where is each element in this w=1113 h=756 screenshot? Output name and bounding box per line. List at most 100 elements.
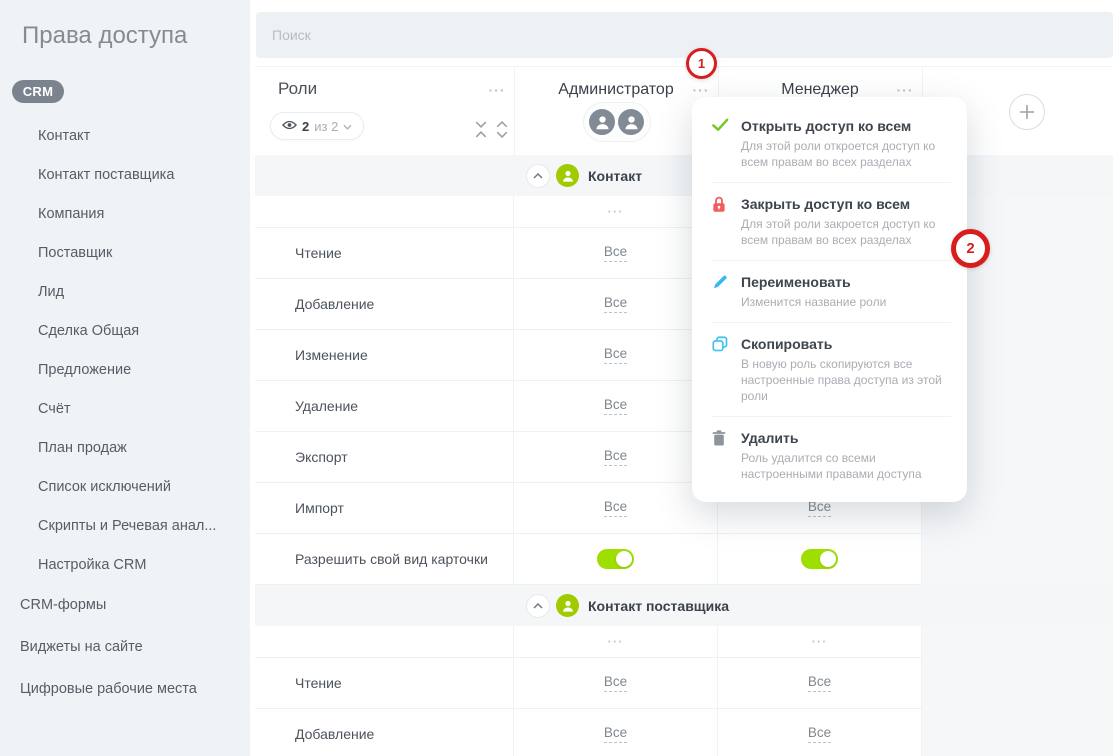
annotation-circle-2: 2 [951, 229, 990, 268]
permission-label: Добавление [255, 709, 514, 756]
menu-item-open-access[interactable]: Открыть доступ ко всем Для этой роли отк… [692, 108, 967, 179]
permission-value-link[interactable]: Все [604, 397, 627, 415]
menu-item-description: Изменится название роли [741, 294, 951, 310]
table-row: Чтение Все Все [255, 658, 922, 709]
sidebar-item-spisok-isklyucheniy[interactable]: Список исключений [0, 467, 250, 506]
sidebar-item-plan-prodazh[interactable]: План продаж [0, 428, 250, 467]
trash-icon [712, 430, 730, 482]
permission-value-link[interactable]: Все [604, 295, 627, 313]
sidebar-item-kontakt-postavshchika[interactable]: Контакт поставщика [0, 155, 250, 194]
section-header-kontakt-postavshchika: Контакт поставщика [255, 585, 1113, 626]
administrator-members[interactable] [583, 102, 651, 142]
chevron-down-icon [343, 117, 352, 135]
menu-item-description: Для этой роли закроется доступ ко всем п… [741, 216, 951, 248]
card-view-toggle-on[interactable] [597, 549, 634, 569]
menu-item-close-access[interactable]: Закрыть доступ ко всем Для этой роли зак… [692, 186, 967, 257]
permission-value-link[interactable]: Все [604, 725, 627, 743]
user-avatar [616, 107, 646, 137]
manager-more-icon[interactable]: ··· [892, 83, 918, 97]
sidebar-item-postavshchik[interactable]: Поставщик [0, 233, 250, 272]
table-header-band [255, 66, 1113, 155]
sidebar-item-schet[interactable]: Счёт [0, 389, 250, 428]
section-title: Контакт [588, 168, 642, 184]
permission-value-link[interactable]: Все [808, 725, 831, 743]
page-title: Права доступа [22, 22, 187, 50]
sidebar-item-lid[interactable]: Лид [0, 272, 250, 311]
column-divider [514, 66, 515, 155]
permission-value-link[interactable]: Все [604, 499, 627, 517]
role-context-menu: Открыть доступ ко всем Для этой роли отк… [692, 97, 967, 502]
roles-more-icon[interactable]: ··· [484, 83, 510, 97]
contact-entity-icon [556, 594, 579, 617]
menu-item-delete[interactable]: Удалить Роль удалится со всеми настроенн… [692, 420, 967, 491]
sidebar-nav: Контакт Контакт поставщика Компания Пост… [0, 116, 250, 710]
roles-filter-chip[interactable]: 2 из 2 [270, 112, 364, 140]
menu-item-copy[interactable]: Скопировать В новую роль скопируются все… [692, 326, 967, 413]
contact-entity-icon [556, 164, 579, 187]
permission-label: Импорт [255, 483, 514, 533]
table-row: Добавление Все Все [255, 709, 922, 756]
annotation-circle-1: 1 [686, 48, 717, 79]
permission-label: Изменение [255, 330, 514, 380]
sidebar-item-kontakt[interactable]: Контакт [0, 116, 250, 155]
permission-label: Добавление [255, 279, 514, 329]
permission-label: Чтение [255, 228, 514, 278]
permission-value-link[interactable]: Все [604, 346, 627, 364]
menu-divider [712, 322, 951, 323]
menu-item-title: Закрыть доступ ко всем [741, 195, 951, 213]
menu-item-title: Удалить [741, 429, 951, 447]
sidebar-item-tsifrovye-mesta[interactable]: Цифровые рабочие места [0, 668, 250, 710]
permission-value-link[interactable]: Все [604, 674, 627, 692]
collapse-section-icon[interactable] [526, 164, 550, 188]
column-actions-row: ··· ··· [255, 626, 922, 658]
menu-divider [712, 260, 951, 261]
section-title: Контакт поставщика [588, 598, 729, 614]
sidebar-item-kompaniya[interactable]: Компания [0, 194, 250, 233]
permission-value-link[interactable]: Все [604, 244, 627, 262]
menu-item-description: Роль удалится со всеми настроенными прав… [741, 450, 951, 482]
collapse-all-icon[interactable] [474, 121, 490, 138]
menu-item-title: Скопировать [741, 335, 951, 353]
menu-divider [712, 416, 951, 417]
copy-icon [712, 336, 730, 404]
check-icon [712, 118, 730, 170]
pencil-icon [712, 274, 730, 310]
permission-label: Разрешить свой вид карточки [255, 534, 514, 584]
menu-item-rename[interactable]: Переименовать Изменится название роли [692, 264, 967, 319]
table-row: Разрешить свой вид карточки [255, 534, 922, 585]
sidebar-item-vidzhety[interactable]: Виджеты на сайте [0, 626, 250, 668]
permission-value-link[interactable]: Все [808, 674, 831, 692]
roles-visible-count: 2 [302, 119, 309, 134]
permission-label: Удаление [255, 381, 514, 431]
roles-total-count: из 2 [314, 119, 338, 134]
admin-column-more-icon[interactable]: ··· [514, 196, 718, 227]
sidebar-item-sdelka[interactable]: Сделка Общая [0, 311, 250, 350]
add-role-button[interactable] [1009, 94, 1045, 130]
access-rights-page: Права доступа CRM Контакт Контакт постав… [0, 0, 1113, 756]
eye-icon [282, 117, 297, 135]
administrator-more-icon[interactable]: ··· [688, 83, 714, 97]
manager-column-more-icon[interactable]: ··· [718, 626, 922, 657]
admin-column-more-icon[interactable]: ··· [514, 626, 718, 657]
sidebar: Права доступа CRM Контакт Контакт постав… [0, 0, 250, 756]
menu-item-title: Переименовать [741, 273, 951, 291]
sidebar-item-predlozhenie[interactable]: Предложение [0, 350, 250, 389]
crm-section-badge[interactable]: CRM [12, 80, 64, 103]
sidebar-item-skripty[interactable]: Скрипты и Речевая анал... [0, 506, 250, 545]
search-input[interactable] [256, 12, 1113, 58]
menu-item-title: Открыть доступ ко всем [741, 117, 951, 135]
sidebar-item-nastroyka-crm[interactable]: Настройка CRM [0, 545, 250, 584]
collapse-section-icon[interactable] [526, 594, 550, 618]
menu-item-description: Для этой роли откроется доступ ко всем п… [741, 138, 951, 170]
roles-column-title: Роли [278, 79, 317, 99]
sidebar-item-crm-formy[interactable]: CRM-формы [0, 584, 250, 626]
section-rows-kontakt-postavshchika: ··· ··· Чтение Все Все Добавление Все Вс… [255, 626, 922, 756]
menu-item-description: В новую роль скопируются все настроенные… [741, 356, 951, 404]
menu-divider [712, 182, 951, 183]
card-view-toggle-on[interactable] [801, 549, 838, 569]
user-avatar [587, 107, 617, 137]
search-bar [256, 12, 1113, 58]
expand-all-icon[interactable] [495, 121, 511, 138]
permission-value-link[interactable]: Все [604, 448, 627, 466]
permission-label: Экспорт [255, 432, 514, 482]
